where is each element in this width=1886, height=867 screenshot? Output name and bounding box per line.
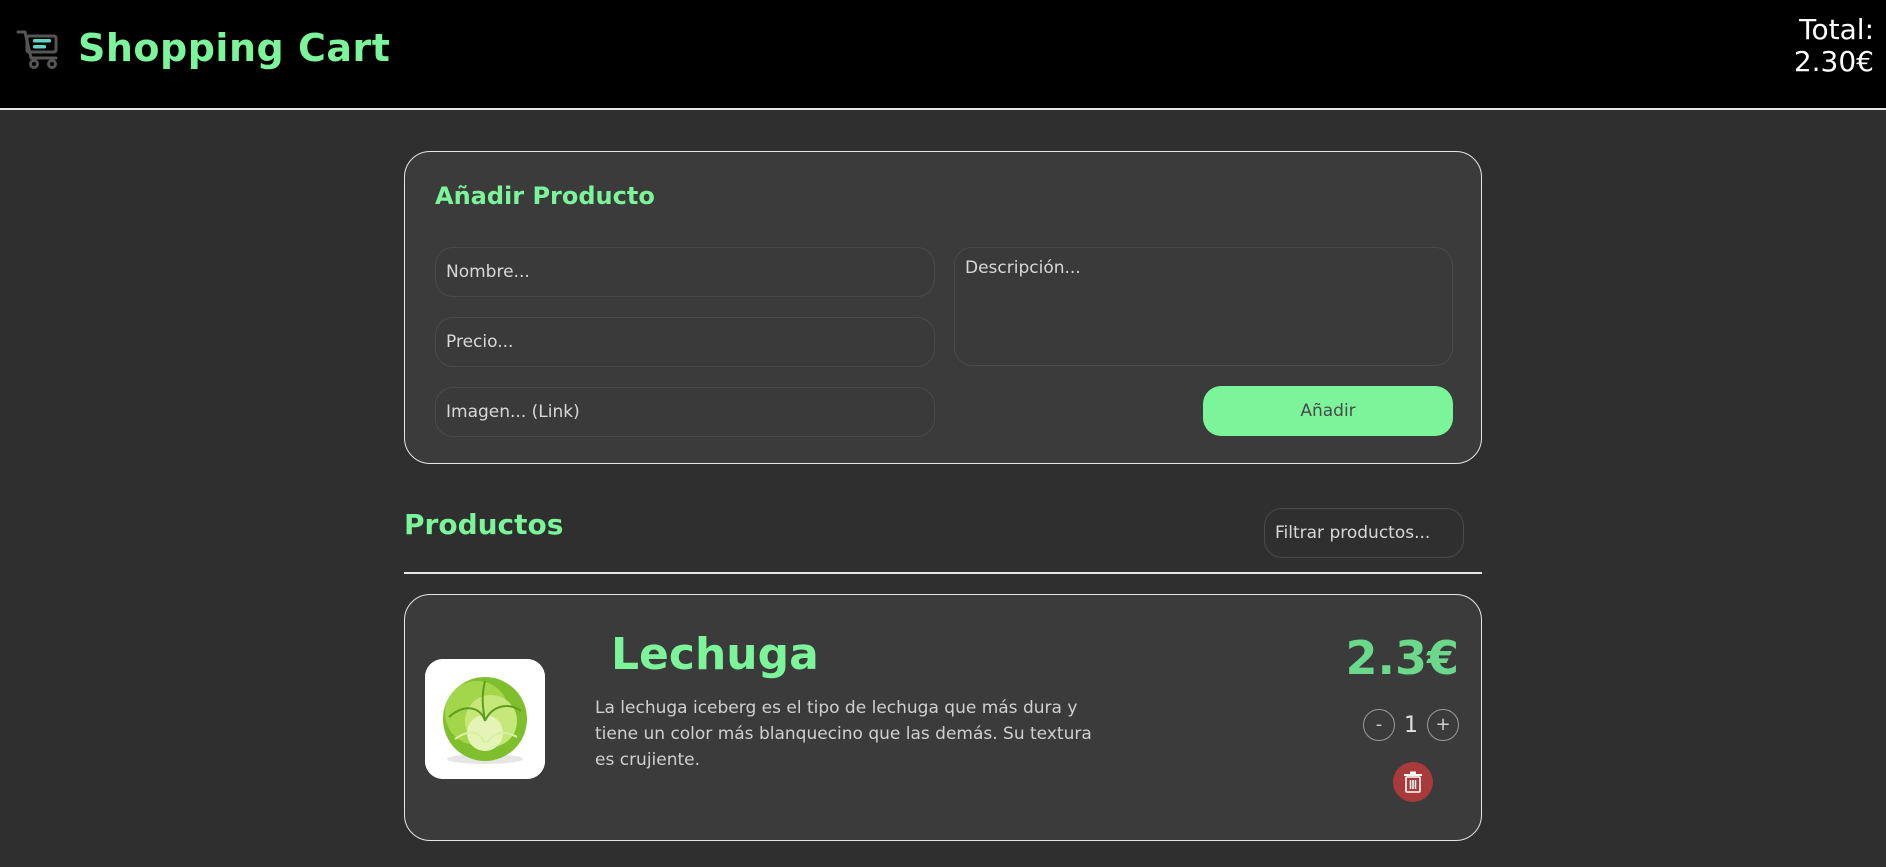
name-input[interactable] (435, 247, 935, 297)
image-link-input[interactable] (435, 387, 935, 437)
brand: Shopping Cart (16, 24, 390, 72)
delete-product-button[interactable] (1393, 762, 1433, 802)
add-product-panel: Añadir Producto Añadir (404, 151, 1482, 464)
quantity-stepper: - 1 + (1363, 709, 1459, 741)
add-button[interactable]: Añadir (1203, 386, 1453, 436)
cart-total: Total: 2.30€ (1794, 14, 1874, 78)
products-title: Productos (404, 508, 564, 541)
top-bar: Shopping Cart Total: 2.30€ (0, 0, 1886, 110)
lettuce-image (425, 659, 545, 779)
price-input[interactable] (435, 317, 935, 367)
total-label: Total: (1799, 13, 1874, 46)
decrease-quantity-button[interactable]: - (1363, 709, 1395, 741)
product-price: 2.3€ (1345, 631, 1460, 685)
trash-icon (1404, 771, 1422, 793)
products-divider (404, 572, 1482, 574)
filter-input[interactable] (1264, 508, 1464, 558)
product-name: Lechuga (611, 629, 819, 680)
app-title: Shopping Cart (78, 26, 391, 70)
increase-quantity-button[interactable]: + (1427, 709, 1459, 741)
product-image (425, 659, 545, 779)
product-description: La lechuga iceberg es el tipo de lechuga… (595, 698, 1092, 770)
quantity-value: 1 (1404, 712, 1418, 738)
product-card: Lechuga La lechuga iceberg es el tipo de… (404, 594, 1482, 841)
add-product-title: Añadir Producto (435, 182, 655, 210)
description-input[interactable] (954, 247, 1453, 366)
total-value: 2.30€ (1793, 45, 1874, 78)
shopping-cart-icon (16, 30, 58, 69)
